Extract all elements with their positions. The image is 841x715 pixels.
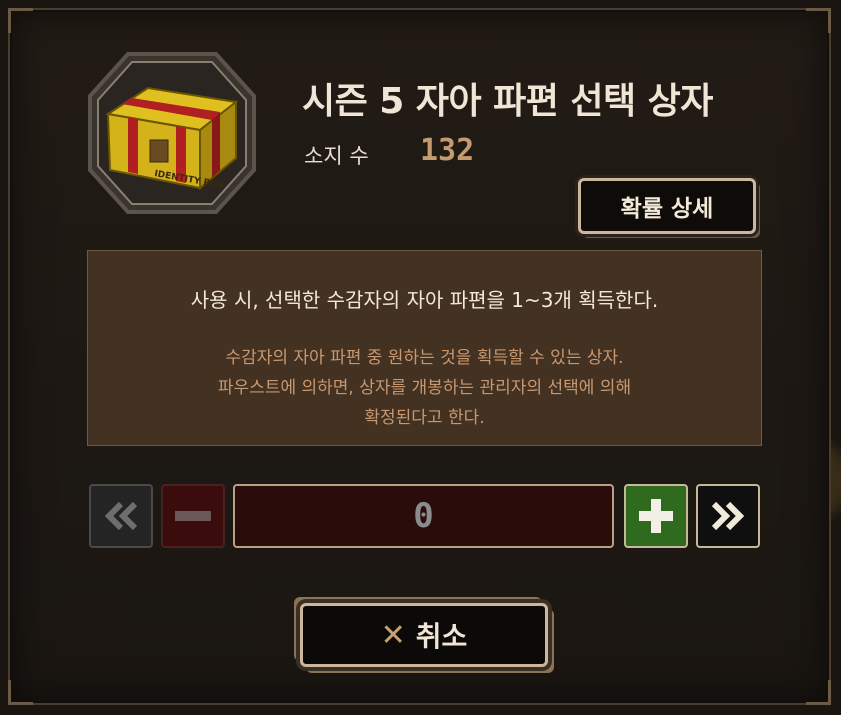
panel-corner: [806, 8, 831, 33]
panel-corner: [8, 680, 33, 705]
probability-details-label: 확률 상세: [620, 196, 714, 222]
probability-details-button[interactable]: 확률 상세: [578, 178, 756, 234]
quantity-input[interactable]: 0: [233, 484, 614, 548]
double-chevron-right-icon: [711, 501, 745, 531]
dialog-title: 시즌 5 자아 파편 선택 상자: [302, 81, 713, 122]
owned-count-value: 132: [420, 133, 475, 168]
plus-icon: [639, 499, 673, 533]
panel-corner: [806, 680, 831, 705]
close-icon: ✕: [380, 617, 406, 653]
minus-icon: [175, 511, 211, 521]
description-box: 사용 시, 선택한 수감자의 자아 파편을 1~3개 획득한다. 수감자의 자아…: [87, 250, 762, 446]
description-main: 사용 시, 선택한 수감자의 자아 파편을 1~3개 획득한다.: [190, 288, 659, 312]
cancel-button[interactable]: ✕ 취소: [300, 603, 548, 667]
flavor-line: 파우스트에 의하면, 상자를 개봉하는 관리자의 선택에 의해: [217, 378, 632, 398]
flavor-line: 수감자의 자아 파편 중 원하는 것을 획득할 수 있는 상자.: [225, 348, 624, 368]
increase-quantity-button[interactable]: [624, 484, 688, 548]
decrease-quantity-button[interactable]: [161, 484, 225, 548]
double-chevron-left-icon: [104, 501, 138, 531]
cancel-label: 취소: [415, 620, 468, 653]
max-quantity-button[interactable]: [696, 484, 760, 548]
identity-box-icon: IDENTITY BOX: [88, 52, 256, 214]
owned-count-label: 소지 수: [304, 144, 369, 168]
description-flavor: 수감자의 자아 파편 중 원하는 것을 획득할 수 있는 상자. 파우스트에 의…: [88, 343, 761, 433]
flavor-line: 확정된다고 한다.: [364, 408, 485, 428]
min-quantity-button[interactable]: [89, 484, 153, 548]
panel-corner: [8, 8, 33, 33]
